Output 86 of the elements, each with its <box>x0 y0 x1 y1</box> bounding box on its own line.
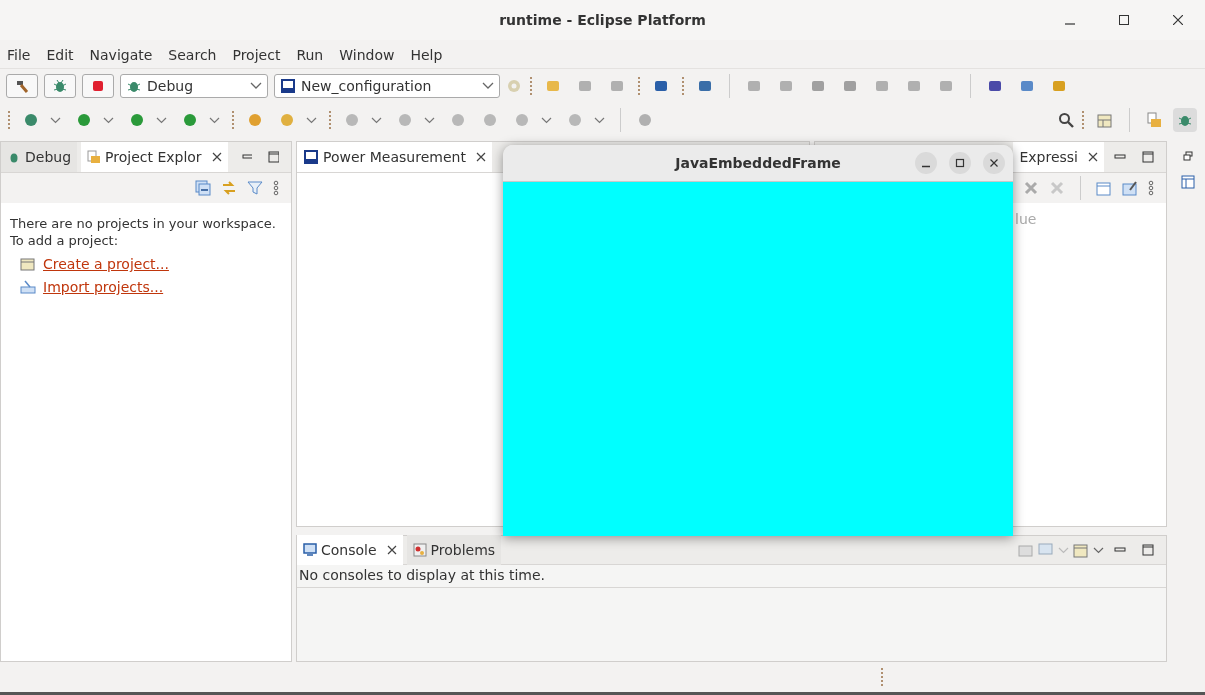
tab-label: Console <box>321 542 377 558</box>
menu-item[interactable]: Edit <box>46 47 74 63</box>
view-menu-icon[interactable] <box>1148 180 1154 196</box>
menu-item[interactable]: Run <box>296 47 324 63</box>
view-menu-icon[interactable] <box>273 180 279 196</box>
close-icon[interactable] <box>211 152 222 162</box>
maximize-icon[interactable] <box>1142 151 1154 163</box>
stop-icon <box>91 79 105 93</box>
caret-icon[interactable] <box>50 116 61 124</box>
view-tab[interactable]: Project Explor <box>81 142 228 172</box>
problems-icon <box>412 543 427 557</box>
hammer-icon <box>14 78 30 94</box>
column-header: lue <box>1015 211 1037 227</box>
close-icon[interactable] <box>1088 152 1098 162</box>
minimize-icon[interactable] <box>241 152 253 162</box>
tab-label: Debug <box>25 149 72 165</box>
launch-configuration-dropdown[interactable]: New_configuration <box>274 74 500 98</box>
close-icon[interactable] <box>1173 15 1183 25</box>
minimize-icon <box>922 164 930 168</box>
debug-button[interactable] <box>44 74 76 98</box>
caret-icon[interactable] <box>541 116 552 124</box>
editor-tab[interactable]: Power Measurement <box>297 142 492 172</box>
minimize-button[interactable] <box>915 152 937 174</box>
caret-icon[interactable] <box>209 116 220 124</box>
tab-label: Power Measurement <box>323 149 466 165</box>
menu-item[interactable]: File <box>7 47 31 63</box>
caret-icon[interactable] <box>306 116 317 124</box>
close-icon <box>989 158 999 168</box>
caret-icon[interactable] <box>594 116 605 124</box>
project-link[interactable]: Import projects... <box>43 279 164 295</box>
caret-icon <box>482 82 494 90</box>
close-icon[interactable] <box>386 545 397 555</box>
maximize-icon[interactable] <box>1119 15 1129 25</box>
open-console-icon[interactable] <box>1073 542 1089 558</box>
tab-label: Expressi <box>1019 149 1078 165</box>
link-arrows-icon[interactable] <box>221 180 237 196</box>
caret-icon[interactable] <box>371 116 382 124</box>
files-icon[interactable] <box>1146 112 1162 128</box>
logo-icon <box>280 78 296 94</box>
caret-icon <box>250 82 262 90</box>
filter-icon[interactable] <box>247 180 263 196</box>
window-title: runtime - Eclipse Platform <box>499 12 706 28</box>
maximize-button[interactable] <box>949 152 971 174</box>
tab-label: Project Explor <box>105 149 202 165</box>
edit-expression-icon[interactable] <box>1122 180 1138 196</box>
close-icon[interactable] <box>475 152 486 162</box>
menu-item[interactable]: Window <box>339 47 395 63</box>
minimize-icon[interactable] <box>1114 152 1126 162</box>
view-tab[interactable]: Debug <box>1 142 78 172</box>
open-perspective-icon[interactable] <box>1097 112 1113 128</box>
tab-label: Problems <box>430 542 496 558</box>
view-tab[interactable]: Expressi <box>1013 142 1104 172</box>
caret-icon[interactable] <box>156 116 167 124</box>
empty-workspace-message: To add a project: <box>10 232 120 249</box>
add-expression-icon[interactable] <box>1096 180 1112 196</box>
build-button[interactable] <box>6 74 38 98</box>
minimize-icon[interactable] <box>1114 545 1126 555</box>
console-message: No consoles to display at this time. <box>297 565 1166 588</box>
caret-icon[interactable] <box>424 116 435 124</box>
maximize-icon[interactable] <box>268 151 279 163</box>
collapse-all-icon[interactable] <box>195 180 211 196</box>
import-icon <box>20 280 36 294</box>
logo-icon <box>303 149 319 165</box>
view-tab[interactable]: Problems <box>406 535 502 565</box>
close-button[interactable] <box>983 152 1005 174</box>
stop-button[interactable] <box>82 74 114 98</box>
maximize-icon[interactable] <box>1142 544 1154 556</box>
project-link[interactable]: Create a project... <box>43 256 169 272</box>
caret-icon[interactable] <box>103 116 114 124</box>
menu-item[interactable]: Navigate <box>89 47 153 63</box>
debug-perspective-button[interactable] <box>1173 108 1197 132</box>
menu-item[interactable]: Project <box>232 47 281 63</box>
view-tab[interactable]: Console <box>297 535 403 565</box>
menu-item[interactable]: Search <box>168 47 217 63</box>
menu-item[interactable]: Help <box>410 47 443 63</box>
launch-mode-dropdown[interactable]: Debug <box>120 74 268 98</box>
remove-icon[interactable] <box>1023 180 1039 196</box>
search-icon[interactable] <box>1058 112 1074 128</box>
caret-icon[interactable] <box>1093 546 1104 554</box>
maximize-icon <box>955 158 965 168</box>
empty-workspace-message: There are no projects in your workspace. <box>10 215 277 232</box>
files-icon <box>87 150 102 164</box>
layout-icon[interactable] <box>1181 175 1195 189</box>
window-title: JavaEmbeddedFrame <box>675 155 841 171</box>
restore-icon[interactable] <box>1183 151 1193 161</box>
new-project-icon <box>20 257 36 271</box>
